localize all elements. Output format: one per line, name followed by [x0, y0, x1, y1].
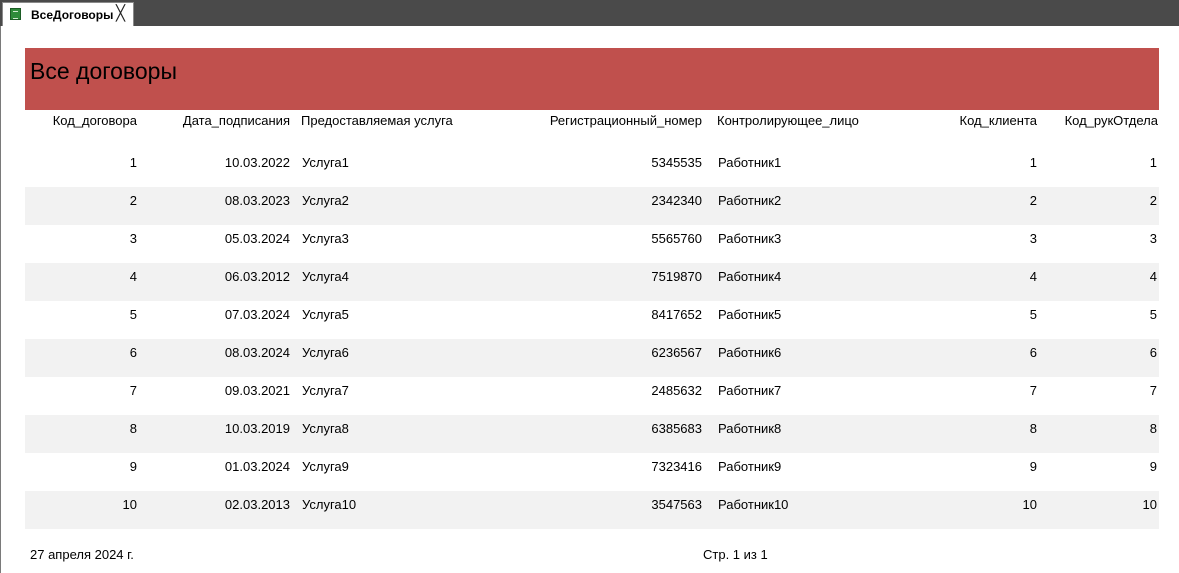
document-tab[interactable]: ВсеДоговоры ╳ — [2, 2, 134, 26]
tab-label: ВсеДоговоры — [31, 8, 114, 22]
cell-client-id: 1 — [1029, 155, 1037, 170]
cell-dept-head-id: 2 — [1149, 193, 1157, 208]
cell-dept-head-id: 9 — [1149, 459, 1157, 474]
cell-controller: Работник6 — [718, 345, 782, 360]
cell-sign-date: 08.03.2024 — [224, 345, 290, 360]
window-left-border — [0, 26, 1, 573]
report-header-band: Все договоры — [25, 48, 1159, 110]
cell-controller: Работник8 — [718, 421, 782, 436]
cell-dept-head-id: 1 — [1149, 155, 1157, 170]
cell-sign-date: 09.03.2021 — [224, 383, 290, 398]
cell-reg-number: 3547563 — [651, 497, 702, 512]
cell-client-id: 10 — [1022, 497, 1037, 512]
cell-client-id: 4 — [1029, 269, 1037, 284]
column-header-contract-id: Код_договора — [52, 113, 137, 128]
cell-service: Услуга3 — [302, 231, 349, 246]
cell-contract-id: 7 — [129, 383, 137, 398]
table-row: 4 06.03.2012 Услуга4 7519870 Работник4 4 4 — [25, 263, 1159, 301]
cell-dept-head-id: 10 — [1142, 497, 1157, 512]
table-row: 6 08.03.2024 Услуга6 6236567 Работник6 6 6 — [25, 339, 1159, 377]
report-icon — [10, 8, 21, 20]
cell-sign-date: 10.03.2022 — [224, 155, 290, 170]
table-row: 8 10.03.2019 Услуга8 6385683 Работник8 8 8 — [25, 415, 1159, 453]
cell-client-id: 8 — [1029, 421, 1037, 436]
cell-sign-date: 05.03.2024 — [224, 231, 290, 246]
cell-controller: Работник2 — [718, 193, 782, 208]
cell-service: Услуга1 — [302, 155, 349, 170]
cell-reg-number: 2342340 — [651, 193, 702, 208]
cell-reg-number: 7519870 — [651, 269, 702, 284]
cell-dept-head-id: 5 — [1149, 307, 1157, 322]
cell-reg-number: 8417652 — [651, 307, 702, 322]
cell-dept-head-id: 8 — [1149, 421, 1157, 436]
report-date: 27 апреля 2024 г. — [30, 547, 134, 562]
cell-controller: Работник10 — [718, 497, 789, 512]
cell-dept-head-id: 7 — [1149, 383, 1157, 398]
column-header-dept-head-id: Код_рукОтдела — [1064, 113, 1158, 128]
cell-dept-head-id: 3 — [1149, 231, 1157, 246]
table-row: 5 07.03.2024 Услуга5 8417652 Работник5 5 5 — [25, 301, 1159, 339]
cell-sign-date: 06.03.2012 — [224, 269, 290, 284]
close-icon[interactable]: ╳ — [116, 4, 125, 22]
column-header-client-id: Код_клиента — [959, 113, 1037, 128]
cell-dept-head-id: 4 — [1149, 269, 1157, 284]
cell-sign-date: 08.03.2023 — [224, 193, 290, 208]
cell-contract-id: 10 — [122, 497, 137, 512]
cell-service: Услуга9 — [302, 459, 349, 474]
table-row: 1 10.03.2022 Услуга1 5345535 Работник1 1 1 — [25, 149, 1159, 187]
cell-service: Услуга2 — [302, 193, 349, 208]
table-row: 7 09.03.2021 Услуга7 2485632 Работник7 7 7 — [25, 377, 1159, 415]
cell-controller: Работник1 — [718, 155, 782, 170]
report-title: Все договоры — [30, 58, 177, 84]
cell-service: Услуга10 — [302, 497, 357, 512]
cell-sign-date: 02.03.2013 — [224, 497, 290, 512]
cell-dept-head-id: 6 — [1149, 345, 1157, 360]
cell-reg-number: 2485632 — [651, 383, 702, 398]
cell-client-id: 3 — [1029, 231, 1037, 246]
cell-controller: Работник5 — [718, 307, 782, 322]
document-tab-strip: ВсеДоговоры ╳ — [0, 0, 1179, 26]
cell-service: Услуга5 — [302, 307, 349, 322]
table-row: 2 08.03.2023 Услуга2 2342340 Работник2 2 2 — [25, 187, 1159, 225]
column-header-controller: Контролирующее_лицо — [717, 113, 859, 128]
cell-contract-id: 6 — [129, 345, 137, 360]
cell-reg-number: 7323416 — [651, 459, 702, 474]
cell-client-id: 9 — [1029, 459, 1037, 474]
cell-controller: Работник3 — [718, 231, 782, 246]
cell-sign-date: 10.03.2019 — [224, 421, 290, 436]
cell-controller: Работник7 — [718, 383, 782, 398]
cell-sign-date: 07.03.2024 — [224, 307, 290, 322]
cell-reg-number: 5565760 — [651, 231, 702, 246]
cell-contract-id: 9 — [129, 459, 137, 474]
cell-client-id: 2 — [1029, 193, 1037, 208]
cell-contract-id: 1 — [129, 155, 137, 170]
cell-sign-date: 01.03.2024 — [224, 459, 290, 474]
cell-contract-id: 2 — [129, 193, 137, 208]
cell-service: Услуга8 — [302, 421, 349, 436]
cell-controller: Работник4 — [718, 269, 782, 284]
cell-reg-number: 5345535 — [651, 155, 702, 170]
cell-client-id: 6 — [1029, 345, 1037, 360]
column-header-service: Предоставляемая услуга — [301, 113, 453, 128]
cell-client-id: 7 — [1029, 383, 1037, 398]
cell-contract-id: 5 — [129, 307, 137, 322]
cell-service: Услуга7 — [302, 383, 349, 398]
table-row: 9 01.03.2024 Услуга9 7323416 Работник9 9 9 — [25, 453, 1159, 491]
cell-reg-number: 6385683 — [651, 421, 702, 436]
table-row: 3 05.03.2024 Услуга3 5565760 Работник3 3 3 — [25, 225, 1159, 263]
cell-service: Услуга4 — [302, 269, 349, 284]
cell-controller: Работник9 — [718, 459, 782, 474]
cell-client-id: 5 — [1029, 307, 1037, 322]
cell-service: Услуга6 — [302, 345, 349, 360]
table-row: 10 02.03.2013 Услуга10 3547563 Работник10 10 1… — [25, 491, 1159, 529]
cell-reg-number: 6236567 — [651, 345, 702, 360]
cell-contract-id: 4 — [129, 269, 137, 284]
page-number: Стр. 1 из 1 — [703, 547, 768, 562]
cell-contract-id: 8 — [129, 421, 137, 436]
cell-contract-id: 3 — [129, 231, 137, 246]
column-header-reg-number: Регистрационный_номер — [549, 113, 702, 128]
column-header-sign-date: Дата_подписания — [182, 113, 290, 128]
